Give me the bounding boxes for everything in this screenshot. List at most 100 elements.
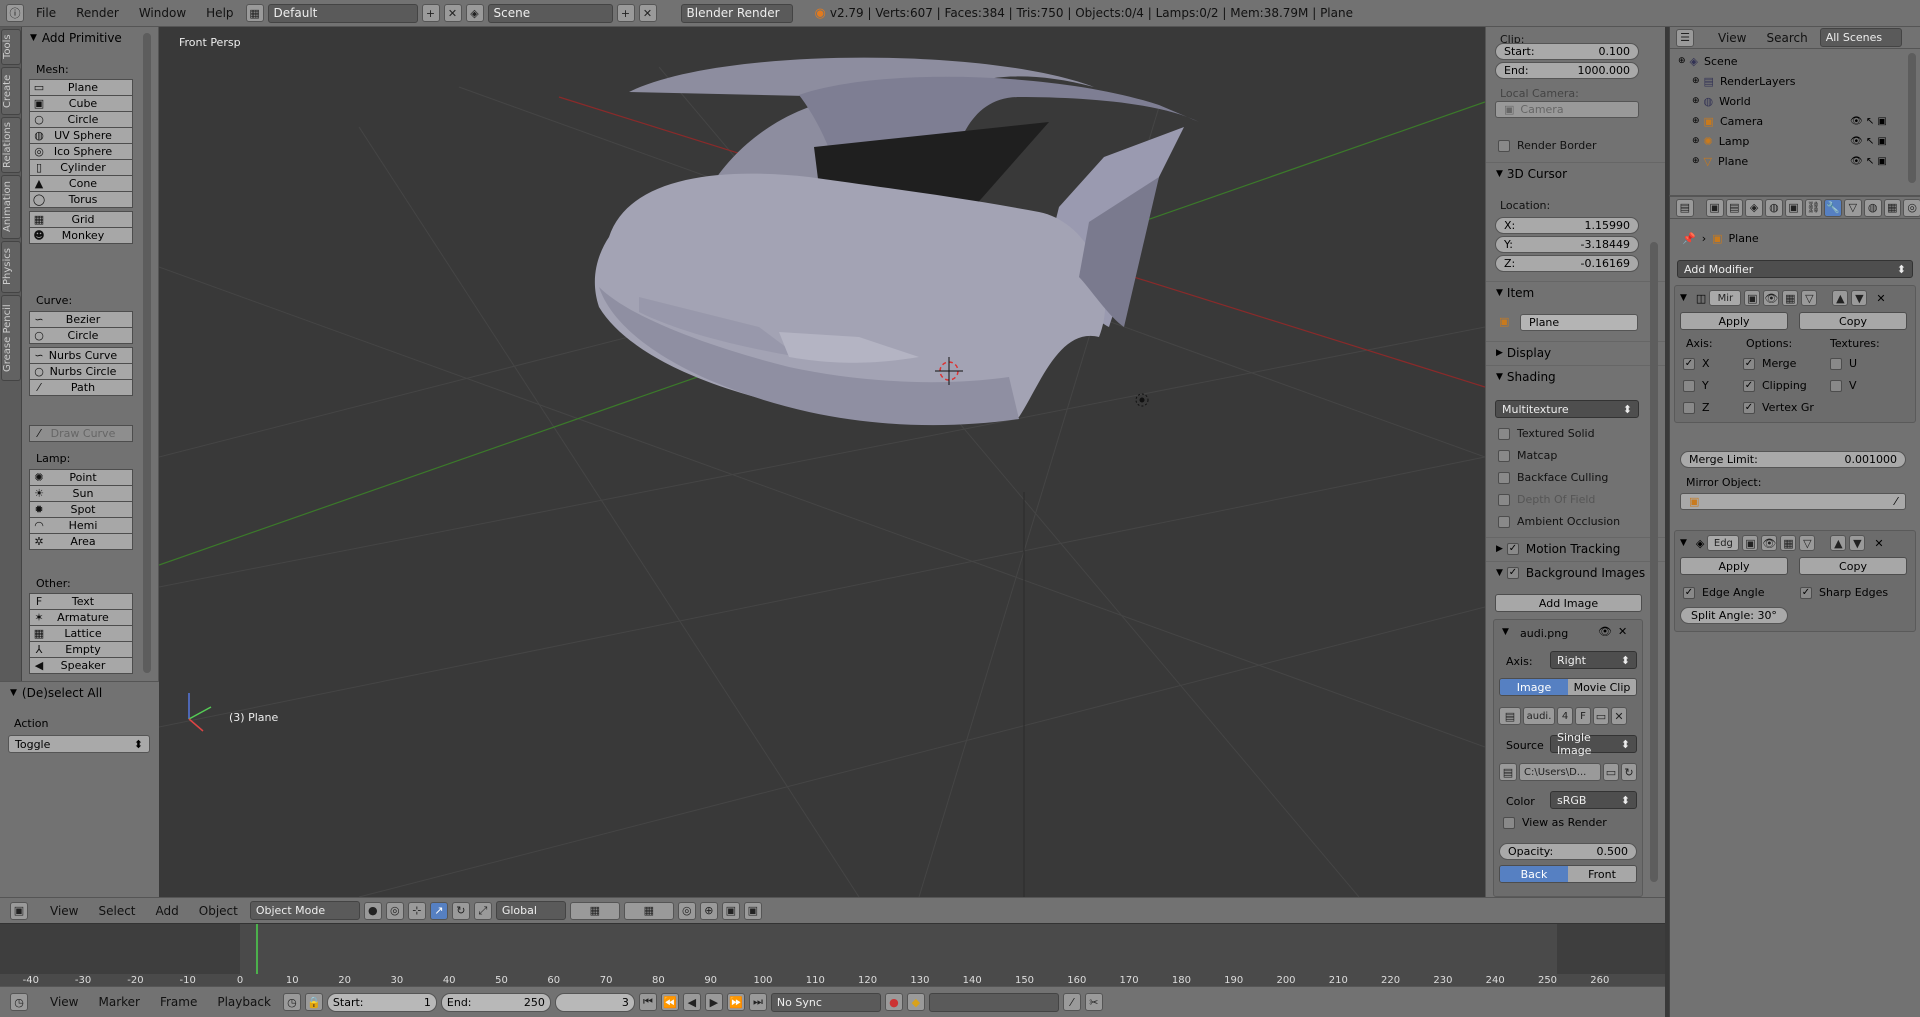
axis-dropdown[interactable]: Right ⬍ (1550, 651, 1637, 669)
scale-manipulator-icon[interactable]: ⤢ (473, 901, 492, 920)
remove-scene-icon[interactable]: ✕ (638, 4, 657, 22)
layout-field[interactable]: Default (267, 3, 418, 23)
render-engine-dropdown[interactable]: Blender Render (680, 3, 793, 23)
filepath-field[interactable]: C:\Users\D... (1519, 763, 1601, 781)
axis-y-checkbox[interactable]: Y (1683, 379, 1709, 392)
lamp-object[interactable] (1135, 393, 1149, 407)
pin-icon[interactable]: 📌 (1682, 232, 1696, 245)
outliner-menu-search[interactable]: Search (1758, 31, 1815, 45)
camera-render-icon[interactable]: ▣ (743, 901, 762, 920)
vertex-groups-checkbox[interactable]: ✓ Vertex Gr (1743, 401, 1814, 414)
add-armature-button[interactable]: ✶ Armature (29, 609, 133, 626)
textured-solid-checkbox[interactable]: Textured Solid (1498, 427, 1595, 440)
sync-dropdown[interactable]: No Sync (770, 992, 881, 1012)
item-name-field[interactable]: Plane (1520, 314, 1638, 331)
unlink-image-icon[interactable]: ✕ (1611, 707, 1627, 725)
view-as-render-check[interactable] (1503, 817, 1515, 829)
remove-modifier-icon[interactable]: ✕ (1876, 292, 1885, 305)
rotate-manipulator-icon[interactable]: ↻ (451, 901, 470, 920)
outliner-menu-view[interactable]: View (1710, 31, 1754, 45)
layers-tab-icon[interactable]: ▤ (1725, 198, 1744, 217)
add-grid-button[interactable]: ▦ Grid (29, 211, 133, 228)
mirror-copy-button[interactable]: Copy (1799, 312, 1907, 330)
constraints-tab-icon[interactable]: ⛓ (1804, 198, 1823, 217)
prev-keyframe-icon[interactable]: ⏪ (660, 993, 679, 1011)
source-dropdown[interactable]: Single Image ⬍ (1550, 731, 1637, 757)
checkbox-box[interactable] (1498, 516, 1510, 528)
clipping-checkbox[interactable]: ✓ Clipping (1743, 379, 1807, 392)
tl-menu-marker[interactable]: Marker (90, 995, 147, 1009)
proportional-edit-icon[interactable]: ◎ (677, 901, 696, 920)
expand-icon[interactable]: ⊕ (1692, 156, 1700, 166)
display-mode-dropdown[interactable]: All Scenes (1819, 28, 1902, 47)
layout-icon[interactable]: ▦ (245, 4, 264, 22)
move-down-icon[interactable]: ▼ (1851, 290, 1868, 306)
view-as-render-checkbox[interactable]: View as Render (1503, 816, 1607, 829)
outliner-row-world[interactable]: ⊕ ◍ World (1670, 93, 1920, 109)
clip-start-field[interactable]: Start: 0.100 (1495, 43, 1639, 60)
expand-icon[interactable]: ⊕ (1692, 116, 1700, 126)
delete-keyframe-icon[interactable]: ✂ (1084, 993, 1103, 1011)
timeline-editor-icon[interactable]: ◷ (10, 993, 28, 1011)
add-circle-button[interactable]: ○ Circle (29, 327, 133, 344)
reload-icon[interactable]: ↻ (1621, 763, 1637, 781)
add-nurbs-circle-button[interactable]: ○ Nurbs Circle (29, 363, 133, 380)
mode-dropdown[interactable]: Object Mode (249, 901, 360, 920)
remove-modifier-icon[interactable]: ✕ (1874, 537, 1883, 550)
background-images-check[interactable]: ✓ (1506, 566, 1519, 579)
timeline[interactable]: -40 -30 -20 -10 0 10 20 30 40 50 60 70 80 90 100 110 120… (0, 923, 1665, 986)
record-icon[interactable]: ● (884, 993, 903, 1011)
edge-split-name-field[interactable]: Edg (1707, 535, 1740, 551)
render-tab-icon[interactable]: ▣ (1705, 198, 1724, 217)
background-images-header[interactable]: ▼ ✓ Background Images (1486, 561, 1665, 583)
axis-y-check[interactable] (1683, 380, 1695, 392)
clipping-check[interactable]: ✓ (1743, 380, 1755, 392)
cursor-panel-header[interactable]: ▼ 3D Cursor (1486, 162, 1665, 184)
expand-icon[interactable]: ⊕ (1692, 76, 1700, 86)
vp-menu-view[interactable]: View (42, 904, 86, 918)
axis-x-checkbox[interactable]: ✓ X (1683, 357, 1710, 370)
image-users-count[interactable]: 4 (1557, 707, 1573, 725)
current-frame-field[interactable]: 3 (554, 992, 635, 1012)
axis-x-check[interactable]: ✓ (1683, 358, 1695, 370)
outliner-row-plane[interactable]: ⊕ ▽ Plane 👁 ↖ ▣ (1670, 153, 1920, 169)
sharp-edges-check[interactable]: ✓ (1800, 587, 1812, 599)
menu-window[interactable]: Window (131, 4, 194, 22)
tab-grease-pencil[interactable]: Grease Pencil (1, 295, 21, 381)
manipulator-toggle-icon[interactable]: ⊹ (407, 901, 426, 920)
add-primitive-header[interactable]: ▼ Add Primitive (22, 27, 158, 49)
render-preview-icon[interactable]: ▣ (721, 901, 740, 920)
add-torus-button[interactable]: ◯ Torus (29, 191, 133, 208)
preview-range-icon[interactable]: ◷ (282, 993, 301, 1011)
edge-angle-checkbox[interactable]: ✓ Edge Angle (1683, 586, 1764, 599)
texture-v-check[interactable] (1830, 380, 1842, 392)
texture-u-check[interactable] (1830, 358, 1842, 370)
tl-menu-frame[interactable]: Frame (152, 995, 205, 1009)
source-type-tabs[interactable]: Image Movie Clip (1499, 678, 1637, 696)
tl-menu-view[interactable]: View (42, 995, 86, 1009)
add-point-button[interactable]: ✺ Point (29, 469, 133, 486)
playhead[interactable] (255, 924, 258, 974)
motion-tracking-header[interactable]: ▶ ✓ Motion Tracking (1486, 537, 1665, 559)
add-cone-button[interactable]: ▲ Cone (29, 175, 133, 192)
render-border-checkbox[interactable]: Render Border (1498, 139, 1597, 152)
shading-solid-icon[interactable]: ● (363, 901, 382, 920)
mirror-object-field[interactable]: ▣ ⁄ (1680, 493, 1906, 510)
add-monkey-button[interactable]: ☻ Monkey (29, 227, 133, 244)
item-panel-header[interactable]: ▼ Item (1486, 281, 1665, 303)
add-uv-sphere-button[interactable]: ◍ UV Sphere (29, 127, 133, 144)
toolshelf-scrollbar[interactable] (143, 33, 151, 673)
split-angle-field[interactable]: Split Angle: 30° (1680, 607, 1788, 624)
tab-movie-clip[interactable]: Movie Clip (1568, 679, 1636, 695)
add-image-button[interactable]: Add Image (1495, 594, 1642, 612)
color-space-dropdown[interactable]: sRGB ⬍ (1550, 791, 1637, 809)
add-ico-sphere-button[interactable]: ◎ Ico Sphere (29, 143, 133, 160)
tab-physics[interactable]: Physics (1, 241, 21, 293)
expand-icon[interactable]: ⊕ (1692, 96, 1700, 106)
clip-end-field[interactable]: End: 1000.000 (1495, 62, 1639, 79)
checkbox-box[interactable] (1498, 450, 1510, 462)
tab-front[interactable]: Front (1568, 866, 1636, 882)
edge-copy-button[interactable]: Copy (1799, 557, 1907, 575)
action-dropdown[interactable]: Toggle ⬍ (8, 735, 150, 753)
menu-help[interactable]: Help (198, 4, 241, 22)
